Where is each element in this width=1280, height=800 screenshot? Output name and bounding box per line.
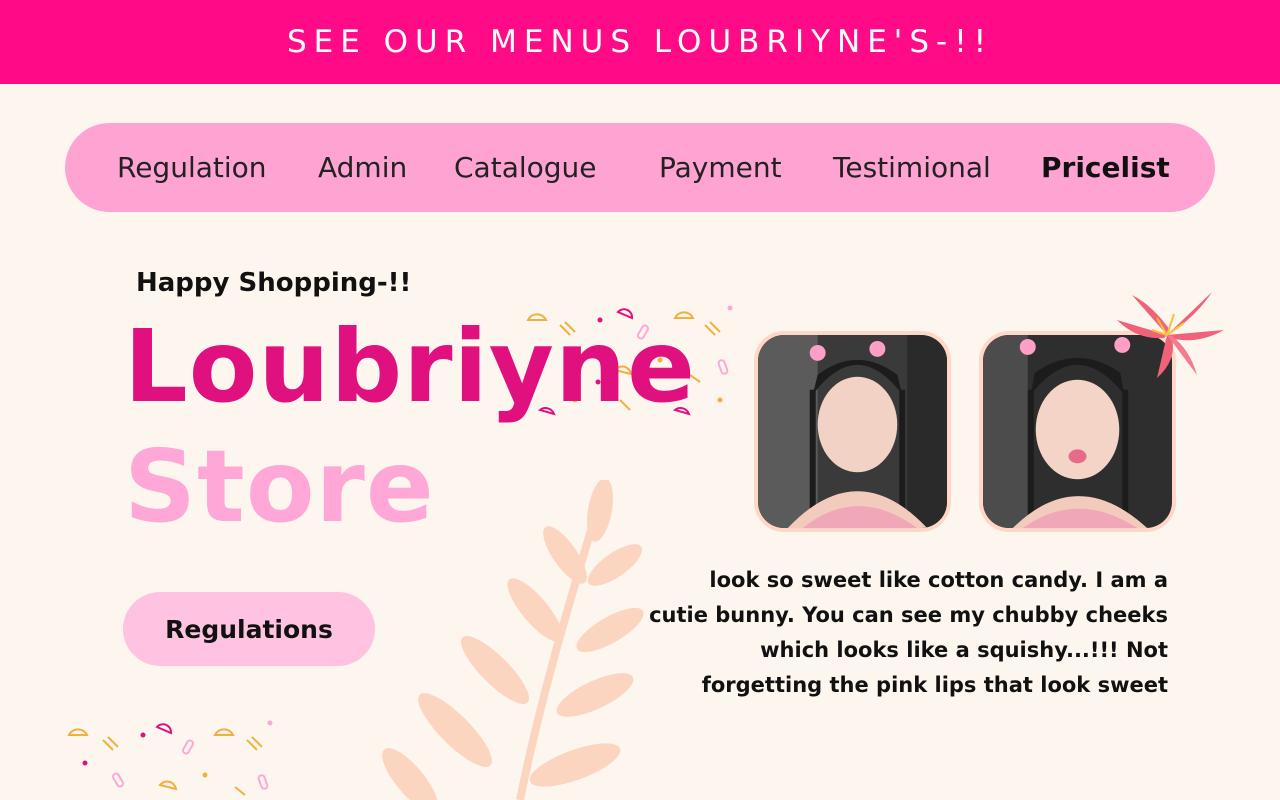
nav-item-testimional[interactable]: Testimional [833, 123, 991, 212]
lily-flower-icon [1117, 292, 1224, 378]
photo-frame [754, 331, 951, 532]
nav-item-admin[interactable]: Admin [318, 123, 407, 212]
regulations-button[interactable]: Regulations [123, 592, 375, 666]
top-banner: SEE OUR MENUS LOUBRIYNE'S-!! [0, 0, 1280, 84]
store-title-line1: Loubriyne [124, 308, 696, 425]
nav-item-pricelist[interactable]: Pricelist [1041, 123, 1170, 212]
description-text: look so sweet like cotton candy. I am a … [649, 568, 1168, 697]
main-nav: Regulation Admin Catalogue Payment Testi… [65, 123, 1215, 212]
greeting-text: Happy Shopping-!! [136, 268, 412, 298]
nav-item-regulation[interactable]: Regulation [117, 123, 267, 212]
banner-text: SEE OUR MENUS LOUBRIYNE'S-!! [286, 24, 994, 60]
nav-item-catalogue[interactable]: Catalogue [454, 123, 597, 212]
selfie-photo [758, 335, 947, 528]
store-title-line2: Store [124, 428, 435, 545]
nav-item-payment[interactable]: Payment [659, 123, 782, 212]
confetti-icon [67, 720, 273, 796]
